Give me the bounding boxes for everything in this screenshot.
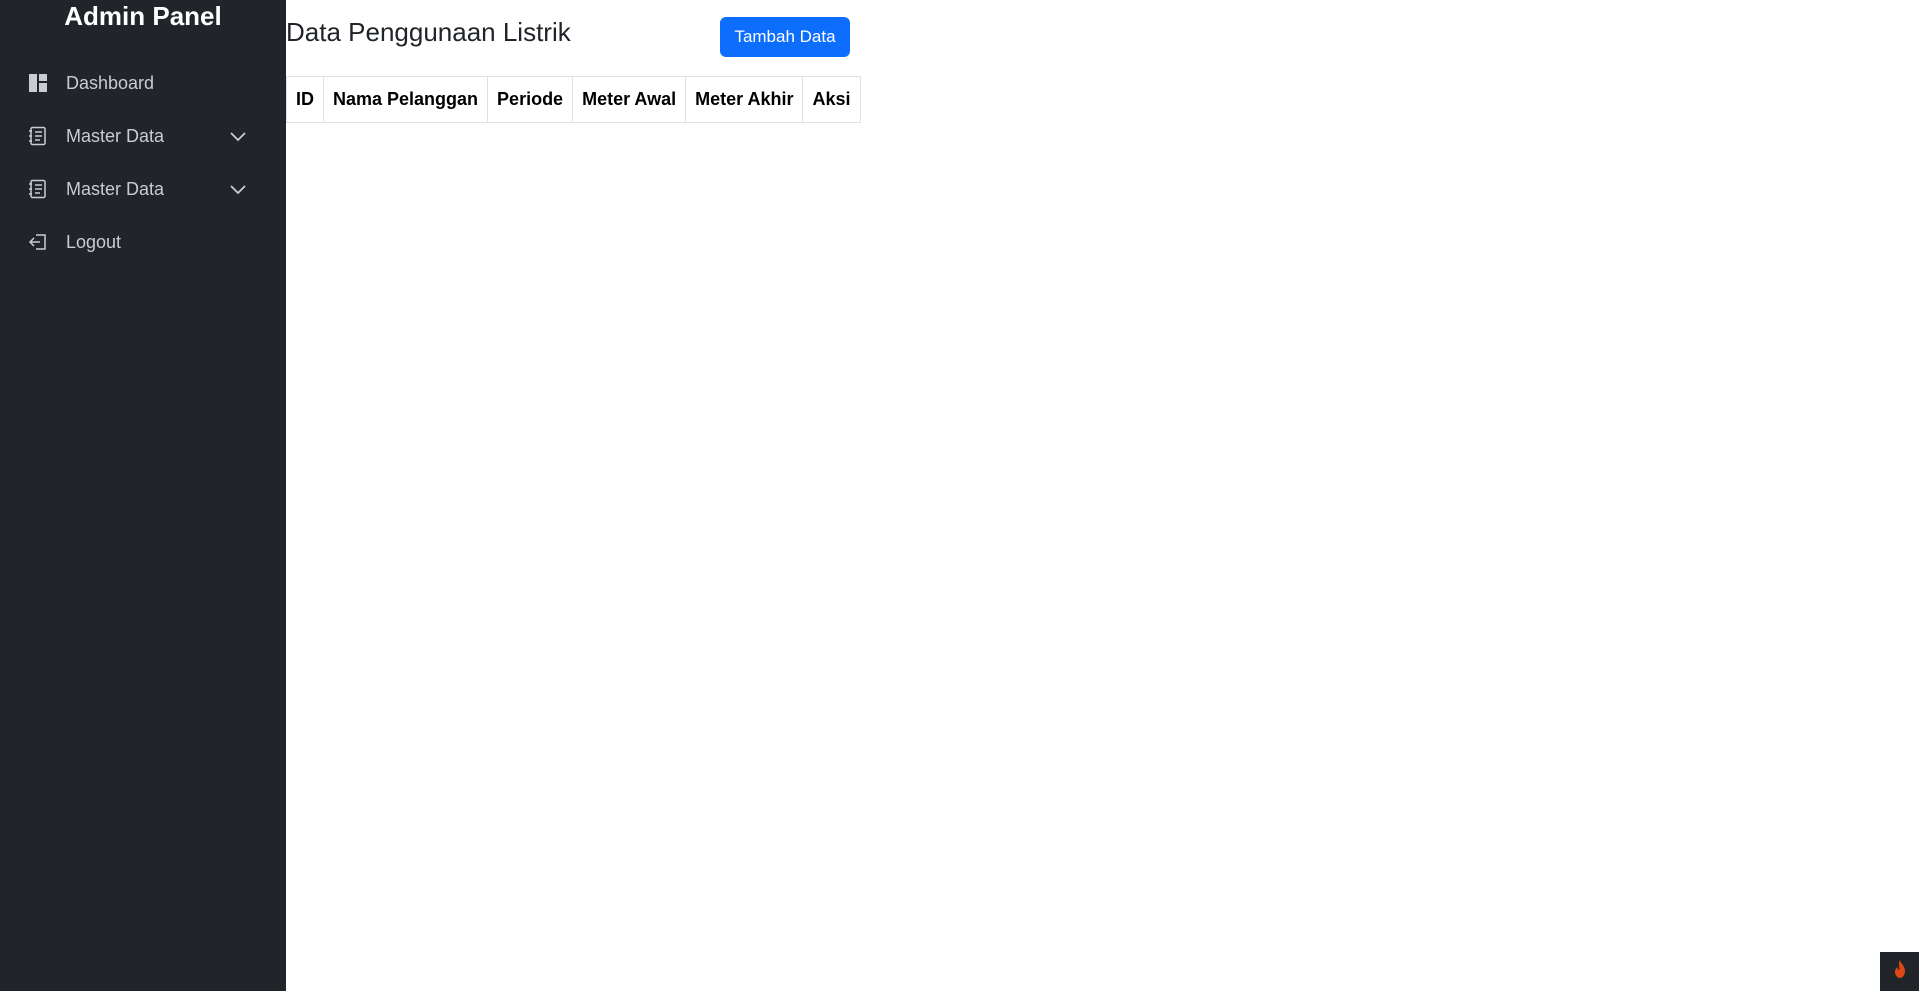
journal-icon [28, 179, 48, 199]
sidebar-item-master-data[interactable]: Master Data [28, 122, 248, 150]
column-header-meter-awal: Meter Awal [572, 76, 687, 123]
dashboard-icon [28, 73, 48, 93]
logout-icon [28, 232, 48, 252]
page-title: Data Penggunaan Listrik [286, 17, 571, 47]
column-header-aksi: Aksi [802, 76, 861, 123]
sidebar-item-label: Master Data [66, 178, 165, 199]
sidebar-item-label: Master Data [66, 125, 165, 146]
sidebar-item-label: Dashboard [66, 72, 155, 93]
journal-icon [28, 126, 48, 146]
sidebar-item-logout[interactable]: Logout [28, 228, 248, 256]
column-header-periode: Periode [487, 76, 574, 123]
sidebar-item-label: Logout [66, 231, 122, 252]
main-content: Data Penggunaan Listrik Tambah Data ID N… [286, 0, 1919, 991]
column-header-meter-akhir: Meter Akhir [685, 76, 804, 123]
debug-toolbar-toggle[interactable] [1880, 952, 1919, 991]
flame-icon [1891, 959, 1909, 984]
chevron-down-icon[interactable] [228, 126, 248, 146]
column-header-id: ID [286, 76, 324, 123]
sidebar: Admin Panel Dashboard Master Data Master… [0, 0, 286, 991]
sidebar-item-dashboard[interactable]: Dashboard [28, 69, 248, 97]
table-header-row: ID Nama Pelanggan Periode Meter Awal Met… [286, 76, 861, 123]
usage-table: ID Nama Pelanggan Periode Meter Awal Met… [286, 76, 861, 123]
sidebar-item-master-data-2[interactable]: Master Data [28, 175, 248, 203]
add-data-button[interactable]: Tambah Data [720, 17, 850, 57]
brand-title: Admin Panel [64, 1, 222, 31]
chevron-down-icon[interactable] [228, 179, 248, 199]
column-header-nama-pelanggan: Nama Pelanggan [322, 76, 489, 123]
